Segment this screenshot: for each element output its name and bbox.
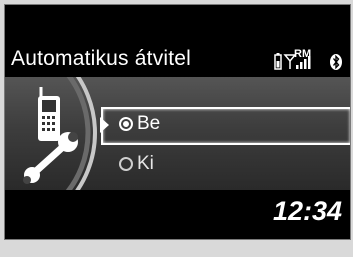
battery-icon bbox=[274, 53, 282, 70]
option-ki[interactable]: Ki bbox=[101, 147, 350, 185]
phone-icon bbox=[38, 87, 60, 141]
radio-unchecked-icon[interactable] bbox=[119, 157, 133, 171]
settings-panel: Be Ki bbox=[5, 77, 350, 190]
option-label: Be bbox=[137, 113, 161, 134]
radio-checked-icon[interactable] bbox=[119, 117, 133, 131]
bluetooth-icon bbox=[330, 54, 342, 70]
display-screen: Automatikus átvitel RM Be Ki 12:34 bbox=[4, 4, 351, 240]
roaming-icon: RM bbox=[294, 48, 311, 60]
clock: 12:34 bbox=[272, 196, 342, 226]
title-bar: Automatikus átvitel RM bbox=[5, 43, 350, 77]
option-label: Ki bbox=[137, 153, 154, 174]
status-icons: RM bbox=[273, 47, 349, 75]
option-be[interactable]: Be bbox=[100, 107, 350, 145]
status-bar: 12:34 bbox=[5, 190, 350, 239]
page-title: Automatikus átvitel bbox=[11, 47, 192, 70]
selection-pointer-icon bbox=[100, 117, 109, 133]
